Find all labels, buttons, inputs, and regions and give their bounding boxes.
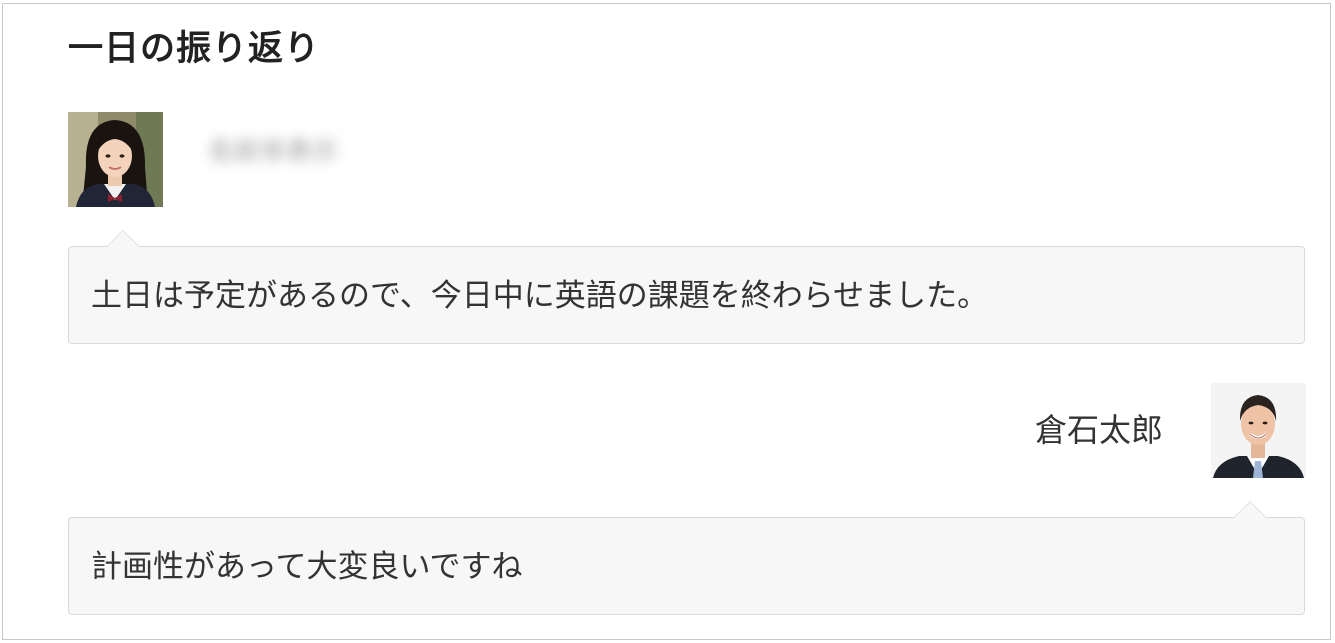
teacher-avatar	[1211, 383, 1306, 478]
student-avatar	[68, 112, 163, 207]
student-message-text: 土日は予定があるので、今日中に英語の課題を終わらせました。	[91, 278, 989, 314]
bubble-tail-icon	[106, 230, 140, 247]
teacher-message-text: 計画性があって大変良いですね	[91, 549, 523, 585]
teacher-name: 倉石太郎	[1034, 411, 1163, 449]
student-avatar-photo-icon	[68, 112, 163, 207]
student-name-blurred: 名前非表示	[208, 137, 339, 167]
student-message-bubble: 土日は予定があるので、今日中に英語の課題を終わらせました。	[68, 230, 1305, 344]
reflection-panel: 一日の振り返り 名前非表示 土日は予定があるので、今日中に英語の課題を終わらせま…	[2, 3, 1331, 640]
page-title: 一日の振り返り	[68, 29, 321, 69]
teacher-message-bubble: 計画性があって大変良いですね	[68, 501, 1305, 615]
bubble-tail-icon	[1233, 501, 1267, 518]
teacher-avatar-photo-icon	[1211, 383, 1306, 478]
